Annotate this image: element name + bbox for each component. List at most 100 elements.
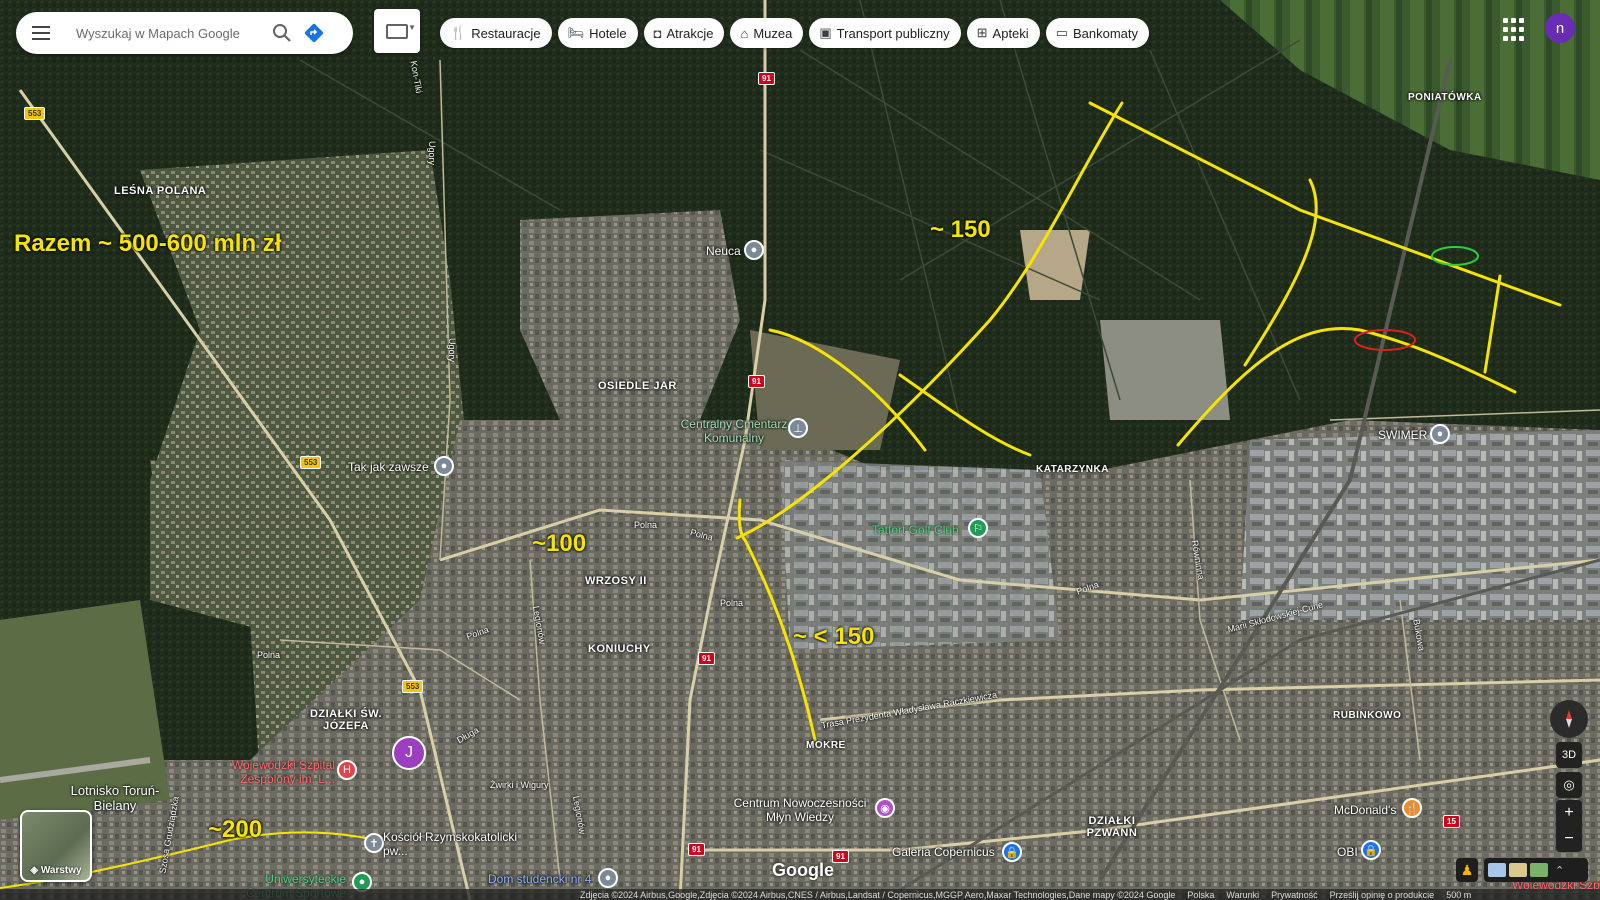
- road-shield-91: 91: [688, 843, 705, 856]
- poi-neuca-pin[interactable]: ●: [744, 240, 764, 260]
- annotation-total: Razem ~ 500-600 mln zł: [14, 230, 282, 257]
- annotation-150: ~ 150: [930, 216, 991, 243]
- attribution-bar: Zdjęcia ©2024 Airbus,Google,Zdjęcia ©202…: [0, 889, 1600, 900]
- road-shield-91: 91: [758, 72, 775, 85]
- bed-icon: 🛏: [567, 25, 585, 40]
- poi-mcdonalds-pin[interactable]: 🍴: [1402, 798, 1422, 818]
- poi-label-dom-studencki[interactable]: Dom studencki nr 4: [488, 872, 591, 886]
- street-label-polna: Polna: [634, 520, 658, 530]
- poi-kosciol-pin[interactable]: ✝: [364, 833, 384, 853]
- privacy-link[interactable]: Prywatność: [1271, 890, 1318, 900]
- map-type-thumbnails[interactable]: ⌃: [1484, 858, 1588, 882]
- camera-icon: ◘: [653, 25, 662, 41]
- museum-icon: ⌂: [740, 25, 749, 41]
- poi-tatfort-pin[interactable]: ⚐: [968, 518, 988, 538]
- chip-apteki[interactable]: ⊞ Apteki: [966, 18, 1040, 48]
- chip-hotele[interactable]: 🛏 Hotele: [557, 18, 638, 48]
- place-label-lotnisko: Lotnisko Toruń-Bielany: [70, 783, 160, 813]
- road-shield-553: 553: [300, 456, 322, 469]
- search-box[interactable]: [16, 12, 353, 54]
- zoom-in-button[interactable]: +: [1556, 800, 1582, 826]
- road-shield-553: 553: [402, 680, 424, 693]
- 3d-toggle-button[interactable]: 3D: [1556, 742, 1582, 768]
- annotation-200: ~200: [208, 816, 263, 843]
- chip-transport[interactable]: ▣ Transport publiczny: [809, 18, 961, 48]
- zoom-out-button[interactable]: −: [1556, 826, 1582, 852]
- chip-bankomaty[interactable]: ▭ Bankomaty: [1045, 18, 1150, 48]
- poi-label-tak-jak-zawsze[interactable]: Tak jak zawsze: [348, 460, 429, 474]
- place-label-mokre: MOKRE: [806, 740, 846, 751]
- fork-knife-icon: 🍴: [450, 25, 467, 40]
- place-label-lesna-polana: LEŚNA POLANA: [114, 185, 207, 197]
- road-shield-91: 91: [748, 375, 765, 388]
- poi-label-kosciol[interactable]: Kościół Rzymskokatolicki pw...: [383, 830, 523, 858]
- poi-label-swimer[interactable]: SWIMER: [1378, 428, 1427, 442]
- apps-grid-icon[interactable]: [1503, 18, 1527, 42]
- poi-label-mlyn[interactable]: Centrum Nowoczesności Młyn Wiedzy: [730, 796, 870, 824]
- atm-icon: ▭: [1055, 25, 1068, 40]
- search-input[interactable]: [74, 24, 268, 42]
- poi-galeria-pin[interactable]: 🔒: [1002, 842, 1022, 862]
- street-label-polna: Polna: [257, 650, 281, 660]
- transit-thumbnail[interactable]: [1530, 863, 1548, 877]
- road-shield-91: 91: [698, 652, 715, 665]
- poi-label-mcdonalds[interactable]: McDonald's: [1334, 803, 1396, 817]
- scale-bar[interactable]: 500 m: [1446, 890, 1471, 900]
- place-label-dzialki-pzwann: DZIAŁKI PZWANN: [1086, 815, 1138, 839]
- imagery-attribution: Zdjęcia ©2024 Airbus,Google,Zdjęcia ©202…: [580, 889, 1176, 900]
- country-link[interactable]: Polska: [1187, 890, 1214, 900]
- chevron-down-icon: ▼: [408, 23, 416, 32]
- saved-place-pin[interactable]: J: [392, 736, 426, 770]
- feedback-link[interactable]: Prześlij opinię o produkcie: [1330, 890, 1435, 900]
- search-icon[interactable]: [268, 19, 296, 47]
- directions-icon[interactable]: [300, 19, 328, 47]
- place-label-poniatowka: PONIATÓWKA: [1408, 92, 1482, 103]
- street-label-ugory: Ugory: [447, 337, 458, 363]
- poi-obi-pin[interactable]: 🔒: [1361, 840, 1381, 860]
- road-shield-553: 553: [24, 107, 46, 120]
- poi-label-cmentarz[interactable]: Centralny Cmentarz Komunalny: [674, 417, 794, 445]
- place-label-wrzosy: WRZOSY II: [585, 575, 647, 587]
- poi-swimer-pin[interactable]: ●: [1430, 424, 1450, 444]
- layers-icon: ◈: [30, 865, 41, 876]
- chip-atrakcje[interactable]: ◘ Atrakcje: [643, 18, 725, 48]
- street-label-ugory: Ugory: [427, 140, 438, 166]
- terms-link[interactable]: Warunki: [1226, 890, 1259, 900]
- poi-tak-jak-zawsze-pin[interactable]: ●: [434, 456, 454, 476]
- input-tools-button[interactable]: ▼: [374, 9, 420, 53]
- menu-icon[interactable]: [32, 26, 56, 40]
- my-location-button[interactable]: ◎: [1556, 772, 1582, 798]
- place-label-dzialki: DZIAŁKI ŚW. JÓZEFA: [309, 708, 383, 732]
- account-avatar[interactable]: n: [1545, 13, 1575, 43]
- map-thumbnail[interactable]: [1488, 863, 1506, 877]
- poi-dom-studencki-pin[interactable]: ●: [598, 868, 618, 888]
- place-label-osiedle-jar: OSIEDLE JAR: [598, 380, 677, 392]
- layers-button[interactable]: ◈ Warstwy: [20, 810, 92, 882]
- place-label-koniuchy: KONIUCHY: [588, 643, 651, 655]
- road-shield-15: 15: [1443, 815, 1460, 828]
- road-shield-91: 91: [832, 850, 849, 863]
- place-label-rubinkowo: RUBINKOWO: [1333, 710, 1402, 721]
- chip-restauracje[interactable]: 🍴 Restauracje: [440, 18, 552, 48]
- chip-muzea[interactable]: ⌂ Muzea: [730, 18, 804, 48]
- poi-mlyn-pin[interactable]: ◉: [875, 798, 895, 818]
- keyboard-icon: [386, 23, 408, 39]
- poi-label-tatfort[interactable]: Tatfort Golf Club: [872, 523, 959, 537]
- compass-icon[interactable]: [1550, 700, 1588, 738]
- street-label-polna: Polna: [720, 598, 744, 608]
- poi-szpital-pin[interactable]: H: [337, 760, 357, 780]
- bus-icon: ▣: [819, 25, 832, 40]
- category-chips: 🍴 Restauracje 🛏 Hotele ◘ Atrakcje ⌂ Muzea ▣ T…: [440, 18, 1150, 48]
- expand-icon[interactable]: ⌃: [1555, 864, 1564, 877]
- poi-label-obi[interactable]: OBI: [1337, 845, 1358, 859]
- poi-label-neuca[interactable]: Neuca: [706, 244, 741, 258]
- terrain-thumbnail[interactable]: [1509, 863, 1527, 877]
- google-logo: Google: [772, 860, 834, 880]
- street-label-wigury: Żwirki i Wigury: [490, 780, 549, 790]
- poi-label-galeria[interactable]: Galeria Copernicus: [892, 845, 995, 859]
- layers-label: ◈ Warstwy: [30, 865, 82, 876]
- pharmacy-icon: ⊞: [976, 25, 988, 40]
- poi-label-szpital[interactable]: Wojewódzki Szpital Zespolony im. L...: [223, 758, 335, 786]
- place-label-katarzynka: KATARZYNKA: [1036, 464, 1109, 475]
- pegman-icon[interactable]: ♟: [1456, 858, 1478, 882]
